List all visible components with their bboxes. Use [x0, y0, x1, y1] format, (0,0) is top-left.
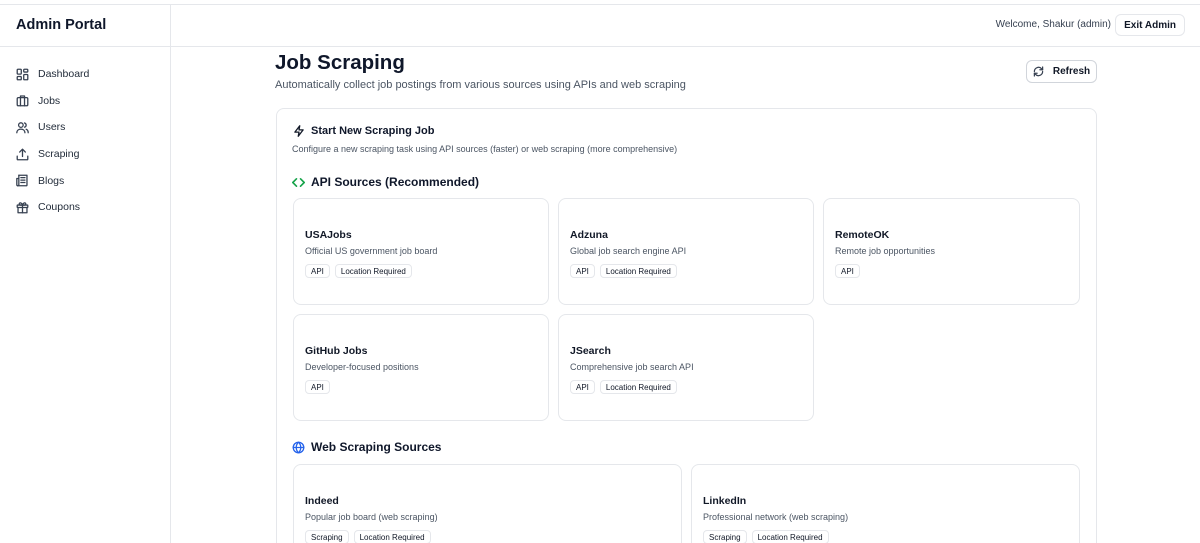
- users-icon: [16, 122, 29, 134]
- tag-badge: Location Required: [334, 264, 412, 278]
- tag-badge: Scraping: [703, 530, 747, 543]
- sidebar-item-scraping[interactable]: Scraping: [0, 141, 170, 168]
- source-card-linkedin[interactable]: LinkedIn Professional network (web scrap…: [691, 464, 1080, 543]
- card-description: Developer-focused positions: [305, 362, 419, 372]
- tag-badge: API: [305, 380, 330, 394]
- tag-badge: API: [835, 264, 860, 278]
- source-card-jsearch[interactable]: JSearch Comprehensive job search API API…: [558, 314, 814, 421]
- card-description: Comprehensive job search API: [570, 362, 694, 372]
- card-title: JSearch: [570, 345, 611, 357]
- web-sources-title: Web Scraping Sources: [311, 440, 442, 454]
- welcome-text: Welcome, Shakur (admin): [995, 19, 1111, 30]
- card-tags: API Location Required: [570, 380, 682, 394]
- card-tags: Scraping Location Required: [703, 530, 834, 543]
- card-tags: API: [835, 264, 865, 278]
- briefcase-icon: [16, 95, 29, 107]
- gift-icon: [16, 201, 29, 214]
- globe-icon: [292, 441, 305, 453]
- newspaper-icon: [16, 174, 28, 187]
- sidebar-nav: Dashboard Jobs Users Scraping Blogs Coup…: [0, 47, 170, 221]
- source-card-indeed[interactable]: Indeed Popular job board (web scraping) …: [293, 464, 682, 543]
- page-subtitle: Automatically collect job postings from …: [275, 79, 686, 91]
- new-job-subtitle: Configure a new scraping task using API …: [292, 144, 678, 154]
- sidebar-item-coupons[interactable]: Coupons: [0, 194, 170, 221]
- card-tags: Scraping Location Required: [305, 530, 436, 543]
- api-sources-title: API Sources (Recommended): [311, 175, 480, 189]
- new-job-heading: Start New Scraping Job: [293, 125, 434, 137]
- sidebar-item-blogs[interactable]: Blogs: [0, 167, 170, 194]
- source-card-github-jobs[interactable]: GitHub Jobs Developer-focused positions …: [293, 314, 549, 421]
- zap-icon: [294, 125, 304, 137]
- card-tags: API Location Required: [305, 264, 417, 278]
- sidebar-item-dashboard[interactable]: Dashboard: [0, 61, 170, 88]
- api-sources-heading: API Sources (Recommended): [292, 175, 479, 189]
- tag-badge: API: [570, 380, 595, 394]
- card-title: GitHub Jobs: [305, 345, 368, 357]
- code-icon: [292, 177, 305, 187]
- card-tags: API Location Required: [570, 264, 682, 278]
- card-title: Adzuna: [570, 229, 608, 241]
- refresh-label: Refresh: [1052, 66, 1091, 77]
- card-title: LinkedIn: [703, 495, 747, 507]
- dashboard-icon: [16, 68, 29, 81]
- card-title: USAJobs: [305, 229, 352, 241]
- card-description: Popular job board (web scraping): [305, 512, 438, 522]
- card-title: RemoteOK: [835, 229, 890, 241]
- sidebar-item-label: Dashboard: [38, 68, 90, 81]
- tag-badge: Location Required: [599, 380, 677, 394]
- sidebar-item-label: Scraping: [38, 148, 80, 161]
- upload-icon: [16, 148, 29, 161]
- sidebar-item-users[interactable]: Users: [0, 114, 170, 141]
- card-title: Indeed: [305, 495, 339, 507]
- sidebar-item-label: Jobs: [38, 94, 61, 107]
- sidebar: Admin Portal Dashboard Jobs Users Scrapi…: [0, 5, 171, 543]
- sidebar-item-label: Blogs: [38, 174, 65, 187]
- web-sources-heading: Web Scraping Sources: [292, 440, 441, 454]
- card-description: Professional network (web scraping): [703, 512, 849, 522]
- top-header: Welcome, Shakur (admin) Exit Admin: [171, 5, 1200, 47]
- sidebar-item-label: Users: [38, 121, 66, 134]
- card-tags: API: [305, 380, 335, 394]
- refresh-button[interactable]: Refresh: [1026, 60, 1097, 83]
- tag-badge: Scraping: [305, 530, 349, 543]
- exit-admin-button[interactable]: Exit Admin: [1115, 14, 1185, 36]
- refresh-icon: [1033, 66, 1044, 77]
- new-job-title: Start New Scraping Job: [311, 125, 435, 137]
- source-card-remoteok[interactable]: RemoteOK Remote job opportunities API: [823, 198, 1080, 305]
- tag-badge: Location Required: [353, 530, 431, 543]
- source-card-adzuna[interactable]: Adzuna Global job search engine API API …: [558, 198, 814, 305]
- tag-badge: Location Required: [751, 530, 829, 543]
- tag-badge: API: [570, 264, 595, 278]
- card-description: Remote job opportunities: [835, 246, 936, 256]
- page-title: Job Scraping: [275, 51, 405, 74]
- brand-title: Admin Portal: [0, 5, 170, 47]
- card-description: Official US government job board: [305, 246, 438, 256]
- sidebar-item-label: Coupons: [38, 201, 81, 214]
- tag-badge: Location Required: [599, 264, 677, 278]
- tag-badge: API: [305, 264, 330, 278]
- source-card-usajobs[interactable]: USAJobs Official US government job board…: [293, 198, 549, 305]
- card-description: Global job search engine API: [570, 246, 687, 256]
- sidebar-item-jobs[interactable]: Jobs: [0, 88, 170, 115]
